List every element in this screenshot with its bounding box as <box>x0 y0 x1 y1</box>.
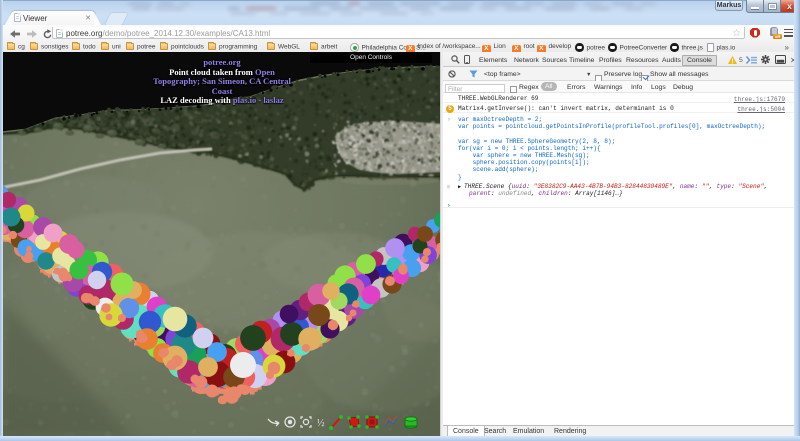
svg-text:½: ½ <box>317 418 325 429</box>
